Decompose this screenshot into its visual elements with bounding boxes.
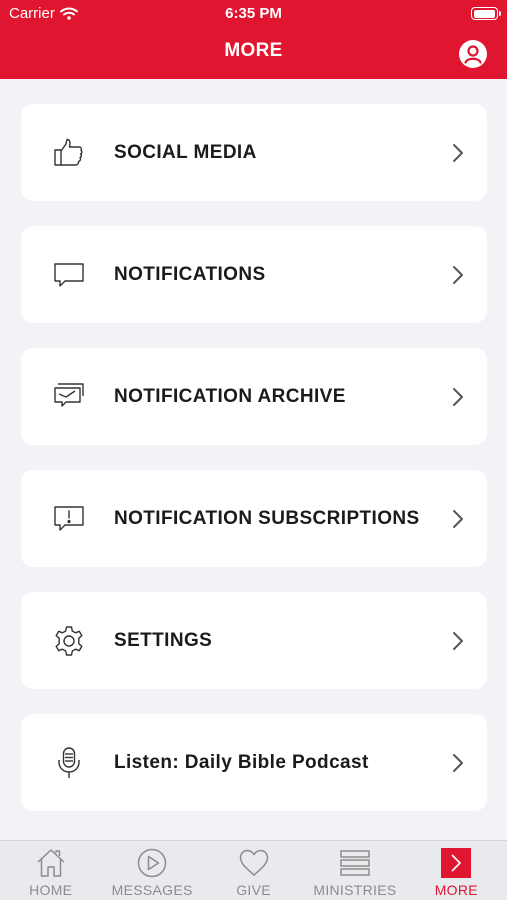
tab-label: MINISTRIES <box>313 882 397 898</box>
menu-item-label: NOTIFICATIONS <box>114 263 266 285</box>
tab-give[interactable]: GIVE <box>203 841 304 900</box>
menu-item-label: Listen: Daily Bible Podcast <box>114 751 369 773</box>
menu-item-label: NOTIFICATION ARCHIVE <box>114 385 346 407</box>
tab-label: MESSAGES <box>111 882 193 898</box>
home-icon <box>37 849 65 877</box>
tab-more[interactable]: MORE <box>406 841 507 900</box>
status-time: 6:35 PM <box>225 5 282 22</box>
chevron-right-icon <box>453 143 463 162</box>
chevron-right-icon <box>453 509 463 528</box>
thumbs-up-icon <box>52 136 86 170</box>
chevron-right-icon <box>453 265 463 284</box>
menu-item-settings[interactable]: SETTINGS <box>21 592 487 689</box>
page-title: MORE <box>224 40 283 61</box>
battery-icon <box>471 7 501 20</box>
heart-icon <box>239 849 268 876</box>
play-circle-icon <box>137 848 167 878</box>
tab-ministries[interactable]: MINISTRIES <box>304 841 405 900</box>
status-bar: Carrier 6:35 PM <box>0 5 507 25</box>
microphone-icon <box>52 746 86 780</box>
tab-label: MORE <box>434 882 478 898</box>
chevron-right-icon <box>453 631 463 650</box>
menu-item-label: NOTIFICATION SUBSCRIPTIONS <box>114 507 420 529</box>
menu-item-label: SETTINGS <box>114 629 213 651</box>
user-circle-icon[interactable] <box>459 40 487 68</box>
tab-bar: HOME MESSAGES GIVE MINISTRIES MORE <box>0 840 507 900</box>
chat-bubble-icon <box>52 258 86 292</box>
gear-icon <box>52 624 86 658</box>
alert-bubble-icon <box>52 502 86 536</box>
menu-item-notifications[interactable]: NOTIFICATIONS <box>21 226 487 323</box>
menu-item-notification-subscriptions[interactable]: NOTIFICATION SUBSCRIPTIONS <box>21 470 487 567</box>
chevron-right-icon <box>441 848 472 878</box>
menu-item-label: SOCIAL MEDIA <box>114 141 257 163</box>
more-menu: SOCIAL MEDIA NOTIFICATIONS NOTIFICATION … <box>21 104 487 836</box>
menu-lines-icon <box>340 850 370 876</box>
chevron-right-icon <box>453 753 463 772</box>
menu-item-social-media[interactable]: SOCIAL MEDIA <box>21 104 487 201</box>
app-header: Carrier 6:35 PM MORE <box>0 0 507 79</box>
tab-home[interactable]: HOME <box>0 841 101 900</box>
tab-label: GIVE <box>236 882 271 898</box>
archive-messages-icon <box>52 380 86 414</box>
menu-item-notification-archive[interactable]: NOTIFICATION ARCHIVE <box>21 348 487 445</box>
chevron-right-icon <box>453 387 463 406</box>
menu-item-podcast[interactable]: Listen: Daily Bible Podcast <box>21 714 487 811</box>
tab-label: HOME <box>29 882 73 898</box>
tab-messages[interactable]: MESSAGES <box>101 841 202 900</box>
